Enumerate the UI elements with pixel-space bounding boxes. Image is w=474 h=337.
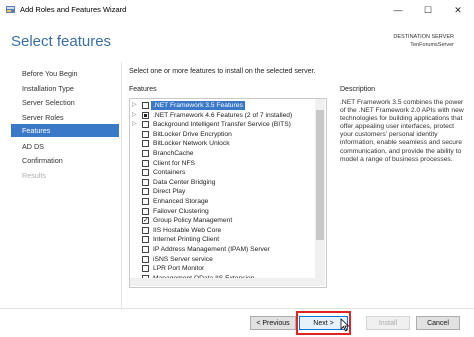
feature-checkbox[interactable]	[142, 246, 149, 253]
feature-label: Internet Printing Client	[153, 236, 220, 244]
feature-row[interactable]: LPR Port Monitor	[130, 264, 316, 273]
feature-row[interactable]: Group Policy Management	[130, 216, 316, 225]
feature-row[interactable]: Containers	[130, 168, 316, 177]
features-horizontal-scrollbar[interactable]	[130, 278, 315, 286]
nav-item-confirmation[interactable]: Confirmation	[22, 156, 63, 165]
nav-item-features-label: Features	[22, 126, 51, 135]
feature-row[interactable]: Direct Play	[130, 187, 316, 196]
minimize-button[interactable]: —	[383, 0, 413, 20]
expand-arrow-icon[interactable]: ▷	[132, 120, 137, 129]
feature-row[interactable]: BitLocker Network Unlock	[130, 139, 316, 148]
feature-row[interactable]: Client for NFS	[130, 159, 316, 168]
feature-row[interactable]: Failover Clustering	[130, 207, 316, 216]
feature-checkbox[interactable]	[142, 178, 149, 186]
features-scroll-thumb[interactable]	[316, 110, 324, 240]
feature-row[interactable]: ▷ .NET Framework 4.6 Features (2 of 7 ins…	[130, 111, 316, 120]
feature-label: Client for NFS	[153, 159, 195, 167]
feature-checkbox[interactable]	[142, 198, 149, 205]
maximize-icon: ☐	[423, 4, 433, 15]
minimize-icon: —	[393, 5, 403, 15]
instruction-text: Select one or more features to install o…	[129, 68, 316, 75]
feature-label: BitLocker Drive Encryption	[153, 130, 232, 138]
feature-checkbox[interactable]	[142, 265, 149, 273]
nav-item-server-selection[interactable]: Server Selection	[22, 98, 75, 107]
nav-item-server-roles[interactable]: Server Roles	[22, 113, 64, 122]
feature-label: IP Address Management (IPAM) Server	[153, 246, 270, 253]
close-button[interactable]: ✕	[443, 0, 473, 20]
feature-checkbox[interactable]	[142, 130, 149, 138]
feature-checkbox[interactable]	[142, 159, 149, 167]
nav-divider	[121, 62, 122, 310]
feature-checkbox[interactable]	[142, 102, 149, 109]
feature-checkbox[interactable]	[142, 150, 149, 157]
feature-checkbox[interactable]	[142, 226, 149, 234]
expand-arrow-icon[interactable]: ▷	[132, 111, 137, 120]
feature-checkbox[interactable]	[142, 111, 149, 119]
nav-item-ad-ds[interactable]: AD DS	[22, 142, 44, 151]
feature-checkbox[interactable]	[142, 169, 149, 177]
nav-item-results: Results	[22, 171, 46, 180]
previous-button[interactable]: < Previous	[250, 316, 296, 330]
feature-checkbox[interactable]	[142, 255, 149, 263]
window-title: Add Roles and Features Wizard	[20, 5, 127, 14]
feature-row[interactable]: BranchCache	[130, 149, 316, 158]
nav-item-before-you-begin[interactable]: Before You Begin	[22, 69, 78, 78]
description-heading: Description	[340, 86, 376, 93]
feature-row[interactable]: Enhanced Storage	[130, 197, 316, 206]
destination-server-label: DESTINATION SERVER	[393, 34, 454, 40]
feature-row[interactable]: ▷ .NET Framework 3.5 Features	[130, 101, 316, 110]
close-icon: ✕	[454, 4, 462, 15]
destination-server-name: TenForumsServer	[410, 42, 454, 48]
install-button: Install	[366, 316, 410, 330]
features-tree[interactable]: ▷ .NET Framework 3.5 Features ▷ .NET Framew…	[129, 98, 327, 288]
feature-checkbox[interactable]	[142, 140, 149, 148]
feature-label: .NET Framework 4.6 Features (2 of 7 inst…	[153, 111, 293, 119]
feature-label: IIS Hostable Web Core	[153, 226, 222, 234]
feature-label: Group Policy Management	[153, 217, 233, 225]
server-manager-icon	[6, 6, 15, 13]
feature-label: LPR Port Monitor	[153, 265, 205, 273]
feature-checkbox[interactable]	[142, 188, 149, 196]
feature-label: Containers	[153, 169, 186, 177]
page-title: Select features	[11, 33, 112, 50]
features-heading: Features	[129, 86, 157, 93]
nav-item-installation-type[interactable]: Installation Type	[22, 84, 74, 93]
description-text: .NET Framework 3.5 combines the power of…	[340, 99, 464, 163]
feature-checkbox[interactable]	[142, 236, 149, 244]
feature-label: Failover Clustering	[153, 207, 209, 215]
maximize-button[interactable]: ☐	[413, 0, 443, 20]
feature-label: Background Intelligent Transfer Service …	[153, 121, 291, 129]
feature-row[interactable]: BitLocker Drive Encryption	[130, 130, 316, 139]
feature-checkbox[interactable]	[142, 216, 149, 225]
feature-label: BranchCache	[153, 150, 194, 157]
feature-label: .NET Framework 3.5 Features	[151, 101, 245, 110]
feature-label: Direct Play	[153, 188, 186, 196]
feature-row[interactable]: IIS Hostable Web Core	[130, 226, 316, 235]
feature-row[interactable]: Data Center Bridging	[130, 178, 316, 187]
feature-row[interactable]: IP Address Management (IPAM) Server	[130, 245, 316, 254]
feature-label: Enhanced Storage	[153, 198, 209, 205]
feature-checkbox[interactable]	[142, 121, 149, 129]
feature-row[interactable]: iSNS Server service	[130, 255, 316, 264]
expand-arrow-icon[interactable]: ▷	[132, 101, 137, 110]
feature-checkbox[interactable]	[142, 207, 149, 215]
feature-label: Data Center Bridging	[153, 178, 216, 186]
feature-label: BitLocker Network Unlock	[153, 140, 230, 148]
cancel-button[interactable]: Cancel	[416, 316, 460, 330]
footer-divider	[0, 308, 474, 309]
feature-row[interactable]: ▷ Background Intelligent Transfer Service…	[130, 120, 316, 129]
feature-label: iSNS Server service	[153, 255, 213, 263]
feature-row[interactable]: Internet Printing Client	[130, 235, 316, 244]
mouse-cursor-icon	[340, 318, 350, 332]
